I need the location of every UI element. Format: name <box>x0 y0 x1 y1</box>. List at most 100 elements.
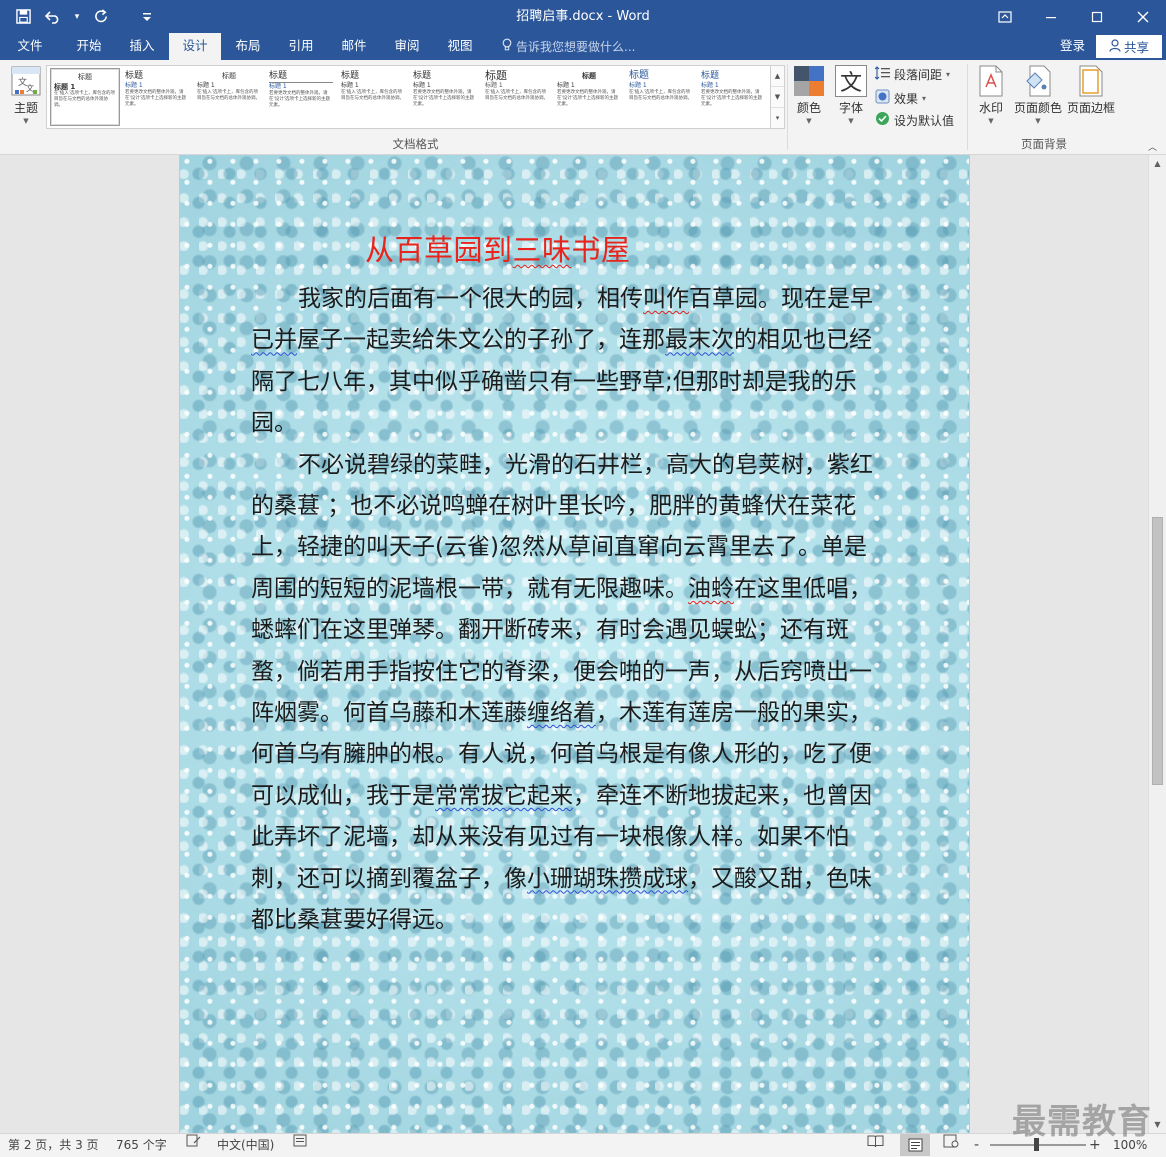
lightbulb-icon <box>502 34 512 60</box>
tell-me-box[interactable]: 告诉我您想要做什么... <box>502 33 635 60</box>
macro-recording-icon[interactable] <box>293 1134 307 1147</box>
tab-file[interactable]: 文件 <box>6 33 54 60</box>
maximize-icon[interactable] <box>1074 0 1120 33</box>
paragraph-spacing-button[interactable]: 段落间距 ▾ <box>874 66 950 83</box>
style-set-item[interactable]: 标题 标题 1 在'插入'选项卡上，库包含的项目旨在与文档的总体外观协调。 <box>50 68 120 126</box>
colors-label: 颜色 <box>796 101 821 115</box>
paragraph-line: 已并屋子一起卖给朱文公的子孙了，连那最末次的相见也已经 <box>251 320 872 361</box>
tab-view[interactable]: 视图 <box>434 33 486 60</box>
style-set-item[interactable]: 标题 标题 1 若要更改文档的整体外观，请在'设计'选项卡上选择新的主题元素。 <box>698 68 768 126</box>
proofing-icon[interactable] <box>186 1134 201 1147</box>
gallery-up-icon[interactable]: ▲ <box>771 66 784 87</box>
tab-mailings[interactable]: 邮件 <box>328 33 380 60</box>
fonts-button[interactable]: 文 字体 ▼ <box>832 65 870 125</box>
gallery-more-icon[interactable]: ▾ <box>771 108 784 128</box>
document-format-gallery[interactable]: 标题 标题 1 在'插入'选项卡上，库包含的项目旨在与文档的总体外观协调。 标题… <box>46 65 785 129</box>
style-set-item[interactable]: 标题 标题 1 若要更改文档的整体外观，请在'设计'选项卡上选择新的主题元素。 <box>554 68 624 126</box>
page-borders-label: 页面边框 <box>1066 101 1115 115</box>
ribbon-design: 文文 主题 ▼ 标题 标题 1 在'插入'选项卡上，库包含的项目旨在与文档的总体… <box>0 60 1166 155</box>
redo-icon[interactable] <box>86 0 116 33</box>
scroll-thumb[interactable] <box>1152 517 1163 785</box>
fonts-glyph: 文 <box>839 71 862 96</box>
checkmark-icon <box>875 111 890 129</box>
document-page[interactable]: 从百草园到三味书屋 我家的后面有一个很大的园，相传叫作百草园。现在是早 已并屋子一… <box>179 155 970 1133</box>
colors-button[interactable]: 颜色 ▼ <box>790 65 828 125</box>
effects-button[interactable]: 效果 ▾ <box>875 89 926 107</box>
web-layout-icon[interactable] <box>943 1134 959 1148</box>
undo-dropdown-icon[interactable]: ▾ <box>68 0 86 33</box>
tab-references[interactable]: 引用 <box>275 33 327 60</box>
paragraph-line: 可以成仙，我于是常常拔它起来，牵连不断地拔起来，也曾因 <box>251 776 872 817</box>
colors-icon <box>793 65 825 97</box>
text-run: 阵烟雾。何首乌藤和木莲藤 <box>251 700 527 726</box>
style-set-item[interactable]: 标题 标题 1 在'插入'选项卡上，库包含的项目旨在与文档的总体外观协调。 <box>194 68 264 126</box>
page-color-dropdown-icon: ▼ <box>1035 117 1041 125</box>
paragraph-line: 园。 <box>251 403 297 444</box>
style-set-item[interactable]: 标题 标题 1 在'插入'选项卡上，库包含的项目旨在与文档的总体外观协调。 <box>338 68 408 126</box>
text-run: 园。 <box>251 410 297 437</box>
language-indicator[interactable]: 中文(中国) <box>217 1134 274 1156</box>
watermark-icon <box>975 65 1007 97</box>
collapse-ribbon-icon[interactable]: ︿ <box>1148 140 1157 153</box>
customize-qat-icon[interactable] <box>138 0 156 33</box>
text-run: ，牵连不断地拔起来，也曾因 <box>573 782 872 809</box>
page-borders-button[interactable]: 页面边框 <box>1066 65 1116 116</box>
spelling-flagged-text: 油蛉 <box>688 575 734 602</box>
gallery-down-icon[interactable]: ▼ <box>771 87 784 108</box>
text-run: 隔了七八年，其中似乎确凿只有一些野草;但那时却是我的乐 <box>251 368 857 395</box>
text-run: 屋子一起卖给朱文公的子孙了，连那 <box>297 327 665 354</box>
ribbon-display-options-icon[interactable] <box>982 0 1028 33</box>
tab-layout[interactable]: 布局 <box>222 33 274 60</box>
tab-design[interactable]: 设计 <box>169 33 221 60</box>
text-run: 何首乌有臃肿的根。有人说，何首乌根是有像人形的，吃了便 <box>251 741 872 768</box>
style-set-item[interactable]: 标题 标题 1 若要更改文档的整体外观，请在'设计'选项卡上选择新的主题元素。 <box>122 68 192 126</box>
tell-me-placeholder: 告诉我您想要做什么... <box>516 39 636 54</box>
watermark-dropdown-icon: ▼ <box>988 117 994 125</box>
style-set-item[interactable]: 标题 标题 1 在'插入'选项卡上，库包含的项目旨在与文档的总体外观协调。 <box>626 68 696 126</box>
watermark-label: 水印 <box>978 101 1003 115</box>
fonts-dropdown-icon: ▼ <box>848 117 854 125</box>
word-count[interactable]: 765 个字 <box>116 1134 167 1156</box>
paragraph-line: 上，轻捷的叫天子(云雀)忽然从草间直窜向云霄里去了。单是 <box>251 527 867 568</box>
read-mode-icon[interactable] <box>867 1134 884 1148</box>
watermark-button[interactable]: 水印 ▼ <box>972 65 1010 125</box>
save-icon[interactable] <box>8 0 38 33</box>
paragraph-line: 阵烟雾。何首乌藤和木莲藤缠络着，木莲有莲房一般的果实， <box>251 693 872 734</box>
zoom-out-button[interactable]: - <box>974 1134 979 1156</box>
share-label: 共享 <box>1123 40 1149 55</box>
themes-button[interactable]: 文文 主题 ▼ <box>6 65 46 125</box>
tab-home[interactable]: 开始 <box>63 33 115 60</box>
spelling-flagged-text: 已并 <box>251 327 297 354</box>
close-icon[interactable] <box>1120 0 1166 33</box>
text-run: 的桑葚 ；也不必说鸣蝉在树叶里长吟，肥胖的黄蜂伏在菜花 <box>251 493 857 519</box>
paragraph-line: 此弄坏了泥墙，却从来没有见过有一块根像人样。如果不怕 <box>251 817 849 858</box>
set-as-default-button[interactable]: 设为默认值 <box>875 111 954 129</box>
tab-review[interactable]: 审阅 <box>381 33 433 60</box>
svg-text:文: 文 <box>26 83 34 93</box>
text-run: 刺，还可以摘到覆盆子，像 <box>251 865 527 892</box>
print-layout-icon[interactable] <box>900 1134 930 1156</box>
style-set-item[interactable]: 标题 标题 1 若要更改文档的整体外观，请在'设计'选项卡上选择新的主题元素。 <box>410 68 480 126</box>
minimize-icon[interactable] <box>1028 0 1074 33</box>
page-borders-icon <box>1075 65 1107 97</box>
fonts-icon: 文 <box>835 65 867 97</box>
brand-watermark: 最需教育 <box>1012 1102 1152 1142</box>
vertical-scrollbar[interactable]: ▲ ▼ <box>1148 155 1166 1133</box>
window-controls <box>982 0 1166 33</box>
text-run: 都比桑葚要好得远。 <box>251 907 458 933</box>
undo-icon[interactable] <box>38 0 68 33</box>
login-link[interactable]: 登录 <box>1060 33 1085 59</box>
paragraph-line: 刺，还可以摘到覆盆子，像小珊瑚珠攒成球，又酸又甜，色味 <box>251 859 872 900</box>
effects-label: 效果 <box>894 91 919 106</box>
scroll-up-icon[interactable]: ▲ <box>1149 155 1166 172</box>
tab-insert[interactable]: 插入 <box>116 33 168 60</box>
theme-icon: 文文 <box>10 65 42 97</box>
spelling-flagged-text: 小珊瑚珠攒成球 <box>527 865 688 892</box>
style-set-item[interactable]: 标题 标题 1 在'插入'选项卡上，库包含的项目旨在与文档的总体外观协调。 <box>482 68 552 126</box>
share-button[interactable]: 共享 <box>1096 35 1162 58</box>
style-set-item[interactable]: 标题 标题 1 若要更改文档的整体外观，请在'设计'选项卡上选择新的主题元素。 <box>266 68 336 126</box>
paragraph-line: 隔了七八年，其中似乎确凿只有一些野草;但那时却是我的乐 <box>251 362 857 403</box>
quick-access-toolbar: ▾ <box>0 0 156 33</box>
page-color-button[interactable]: 页面颜色 ▼ <box>1013 65 1063 125</box>
page-count[interactable]: 第 2 页，共 3 页 <box>8 1134 99 1156</box>
